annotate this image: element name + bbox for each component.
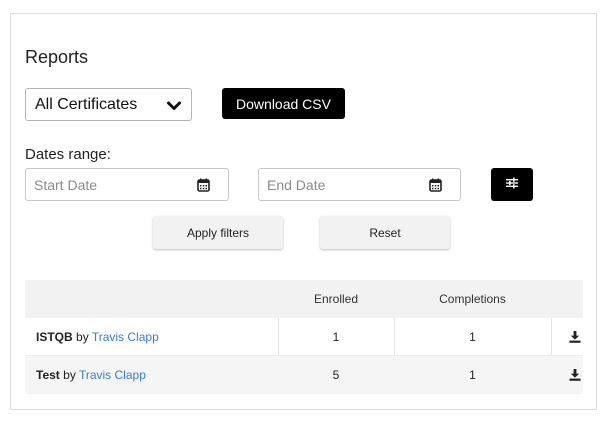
advanced-filters-button[interactable]: [491, 168, 533, 201]
certificate-select-value: All Certificates: [35, 95, 138, 113]
reports-table: Enrolled Completions ISTQB by Travis Cla…: [25, 280, 583, 394]
chevron-down-icon: [167, 99, 181, 117]
course-name: Test: [36, 368, 60, 382]
end-date-input[interactable]: End Date: [258, 168, 461, 201]
certificate-select[interactable]: All Certificates: [25, 88, 192, 121]
course-cell: ISTQB by Travis Clapp: [36, 318, 159, 356]
start-date-input[interactable]: Start Date: [25, 168, 229, 201]
table-row: ISTQB by Travis Clapp 1 1: [25, 318, 583, 356]
table-row: Test by Travis Clapp 5 1: [25, 356, 583, 394]
author-link[interactable]: Travis Clapp: [79, 368, 146, 382]
reset-button[interactable]: Reset: [320, 216, 450, 249]
download-icon[interactable]: [569, 369, 581, 384]
by-text: by: [63, 368, 76, 382]
end-date-placeholder: End Date: [267, 176, 326, 193]
download-csv-button[interactable]: Download CSV: [222, 88, 345, 119]
sliders-icon: [505, 176, 519, 194]
completions-cell: 1: [469, 330, 476, 344]
enrolled-cell: 1: [332, 330, 340, 344]
column-header-enrolled: Enrolled: [313, 292, 359, 306]
calendar-icon: [197, 178, 210, 195]
completions-cell: 1: [469, 368, 476, 382]
course-cell: Test by Travis Clapp: [36, 356, 146, 394]
apply-filters-button[interactable]: Apply filters: [153, 216, 283, 249]
enrolled-cell: 5: [332, 368, 340, 382]
dates-range-label: Dates range:: [25, 146, 111, 163]
download-icon[interactable]: [569, 331, 581, 346]
table-header: Enrolled Completions: [25, 280, 583, 318]
page-title: Reports: [25, 47, 89, 67]
reports-card: Reports All Certificates Download CSV Da…: [10, 13, 597, 410]
calendar-icon: [429, 178, 442, 195]
course-name: ISTQB: [36, 330, 73, 344]
author-link[interactable]: Travis Clapp: [92, 330, 159, 344]
column-header-completions: Completions: [439, 292, 506, 306]
start-date-placeholder: Start Date: [34, 176, 98, 193]
cell-divider: [551, 318, 552, 356]
by-text: by: [76, 330, 89, 344]
